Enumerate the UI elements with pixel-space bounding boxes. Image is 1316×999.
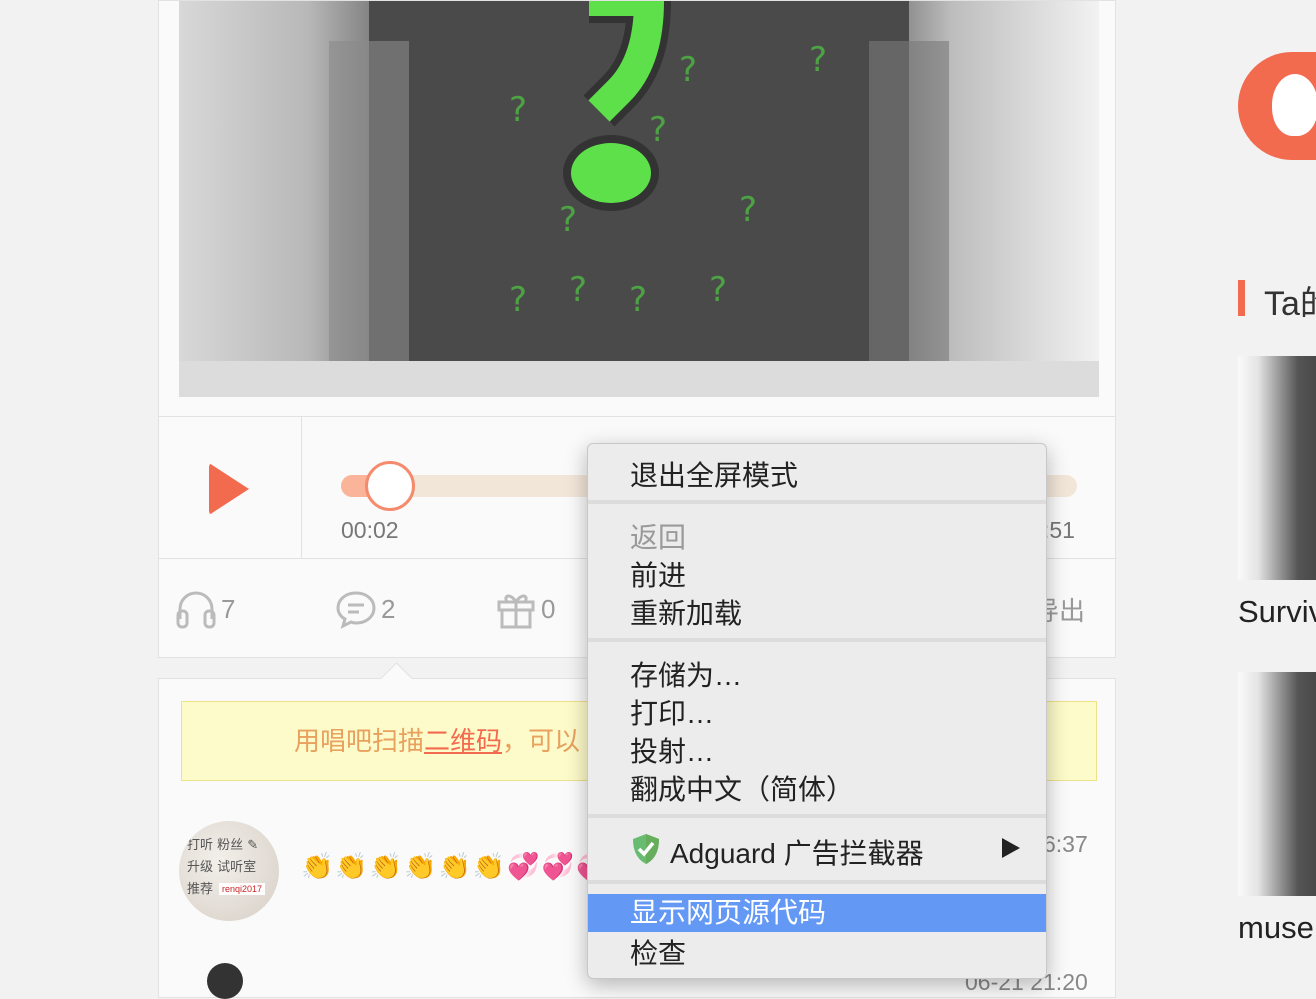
sidebar-song-title[interactable]: muse	[1238, 910, 1314, 946]
section-accent-bar	[1238, 280, 1245, 316]
song-cover-card: ??? ??? ??? ???	[158, 0, 1116, 418]
play-button[interactable]	[209, 463, 249, 515]
song-cover-image: ??? ??? ??? ???	[179, 1, 1099, 397]
avatar[interactable]: 打听 粉丝 ✎ 升级 试听室 推荐 renqi2017	[179, 821, 279, 921]
svg-text:?: ?	[509, 280, 527, 320]
svg-text:?: ?	[739, 190, 757, 230]
menu-item-view-source-label: 显示网页源代码	[630, 897, 827, 928]
sidebar-song-thumbnail[interactable]	[1238, 356, 1316, 580]
listen-count-value: 7	[221, 593, 236, 624]
svg-text:?: ?	[509, 90, 527, 130]
comment-count[interactable]: 2	[335, 589, 395, 629]
submenu-arrow-icon	[1002, 838, 1020, 858]
sidebar-song-title[interactable]: Surviv	[1238, 594, 1316, 630]
svg-text:?: ?	[649, 110, 667, 150]
menu-separator	[588, 500, 1046, 504]
menu-item-inspect[interactable]: 检查	[630, 932, 686, 972]
menu-separator	[588, 814, 1046, 818]
avatar[interactable]	[207, 963, 243, 999]
shield-check-icon	[633, 834, 659, 864]
sidebar-song-thumbnail[interactable]	[1238, 672, 1316, 896]
svg-text:?: ?	[679, 50, 697, 90]
menu-item-exit-fullscreen[interactable]: 退出全屏模式	[630, 454, 798, 494]
avatar-tag: renqi2017	[219, 883, 266, 895]
sidebar-title: Ta的	[1264, 285, 1316, 323]
play-cell	[159, 417, 302, 559]
svg-text:?: ?	[559, 200, 577, 240]
headphones-icon	[176, 591, 216, 629]
menu-item-back[interactable]: 返回	[630, 516, 686, 556]
menu-item-forward[interactable]: 前进	[630, 554, 686, 594]
gift-icon	[497, 594, 535, 629]
comment-text: 👏👏👏👏👏👏💞💞💞	[301, 851, 611, 881]
svg-text:?: ?	[629, 280, 647, 320]
listen-count[interactable]: 7	[175, 589, 235, 629]
comment-count-value: 2	[381, 593, 396, 624]
menu-separator	[588, 638, 1046, 642]
svg-text:?: ?	[809, 40, 827, 80]
menu-item-reload[interactable]: 重新加载	[630, 592, 742, 632]
menu-item-adguard[interactable]: Adguard 广告拦截器	[670, 832, 924, 872]
gift-count-value: 0	[541, 593, 556, 624]
gift-count[interactable]: 0	[495, 589, 555, 629]
comment-bubble-icon	[336, 591, 376, 629]
progress-knob[interactable]	[364, 461, 415, 511]
cover-illustration: ??? ??? ??? ???	[179, 1, 1099, 397]
app-download-badge[interactable]	[1238, 52, 1316, 160]
menu-item-view-source[interactable]: 显示网页源代码	[588, 894, 1046, 932]
comment-time: 6:37	[1043, 831, 1088, 857]
menu-item-save-as[interactable]: 存储为…	[630, 654, 742, 694]
svg-text:?: ?	[709, 270, 727, 310]
total-time: :51	[1043, 517, 1075, 543]
notice-text-before: 用唱吧扫描	[294, 726, 425, 756]
qr-code-link[interactable]: 二维码	[424, 726, 502, 756]
apple-icon	[1272, 74, 1316, 136]
context-menu: 退出全屏模式 返回 前进 重新加载 存储为… 打印… 投射… 翻成中文（简体） …	[587, 443, 1047, 979]
svg-text:?: ?	[569, 270, 587, 310]
menu-separator	[588, 880, 1046, 884]
menu-item-translate[interactable]: 翻成中文（简体）	[630, 768, 854, 808]
tab-notch	[380, 662, 413, 695]
current-time: 00:02	[341, 517, 399, 543]
notice-text-after: ，可以	[502, 726, 581, 756]
menu-item-cast[interactable]: 投射…	[630, 730, 714, 770]
menu-item-print[interactable]: 打印…	[630, 692, 714, 732]
